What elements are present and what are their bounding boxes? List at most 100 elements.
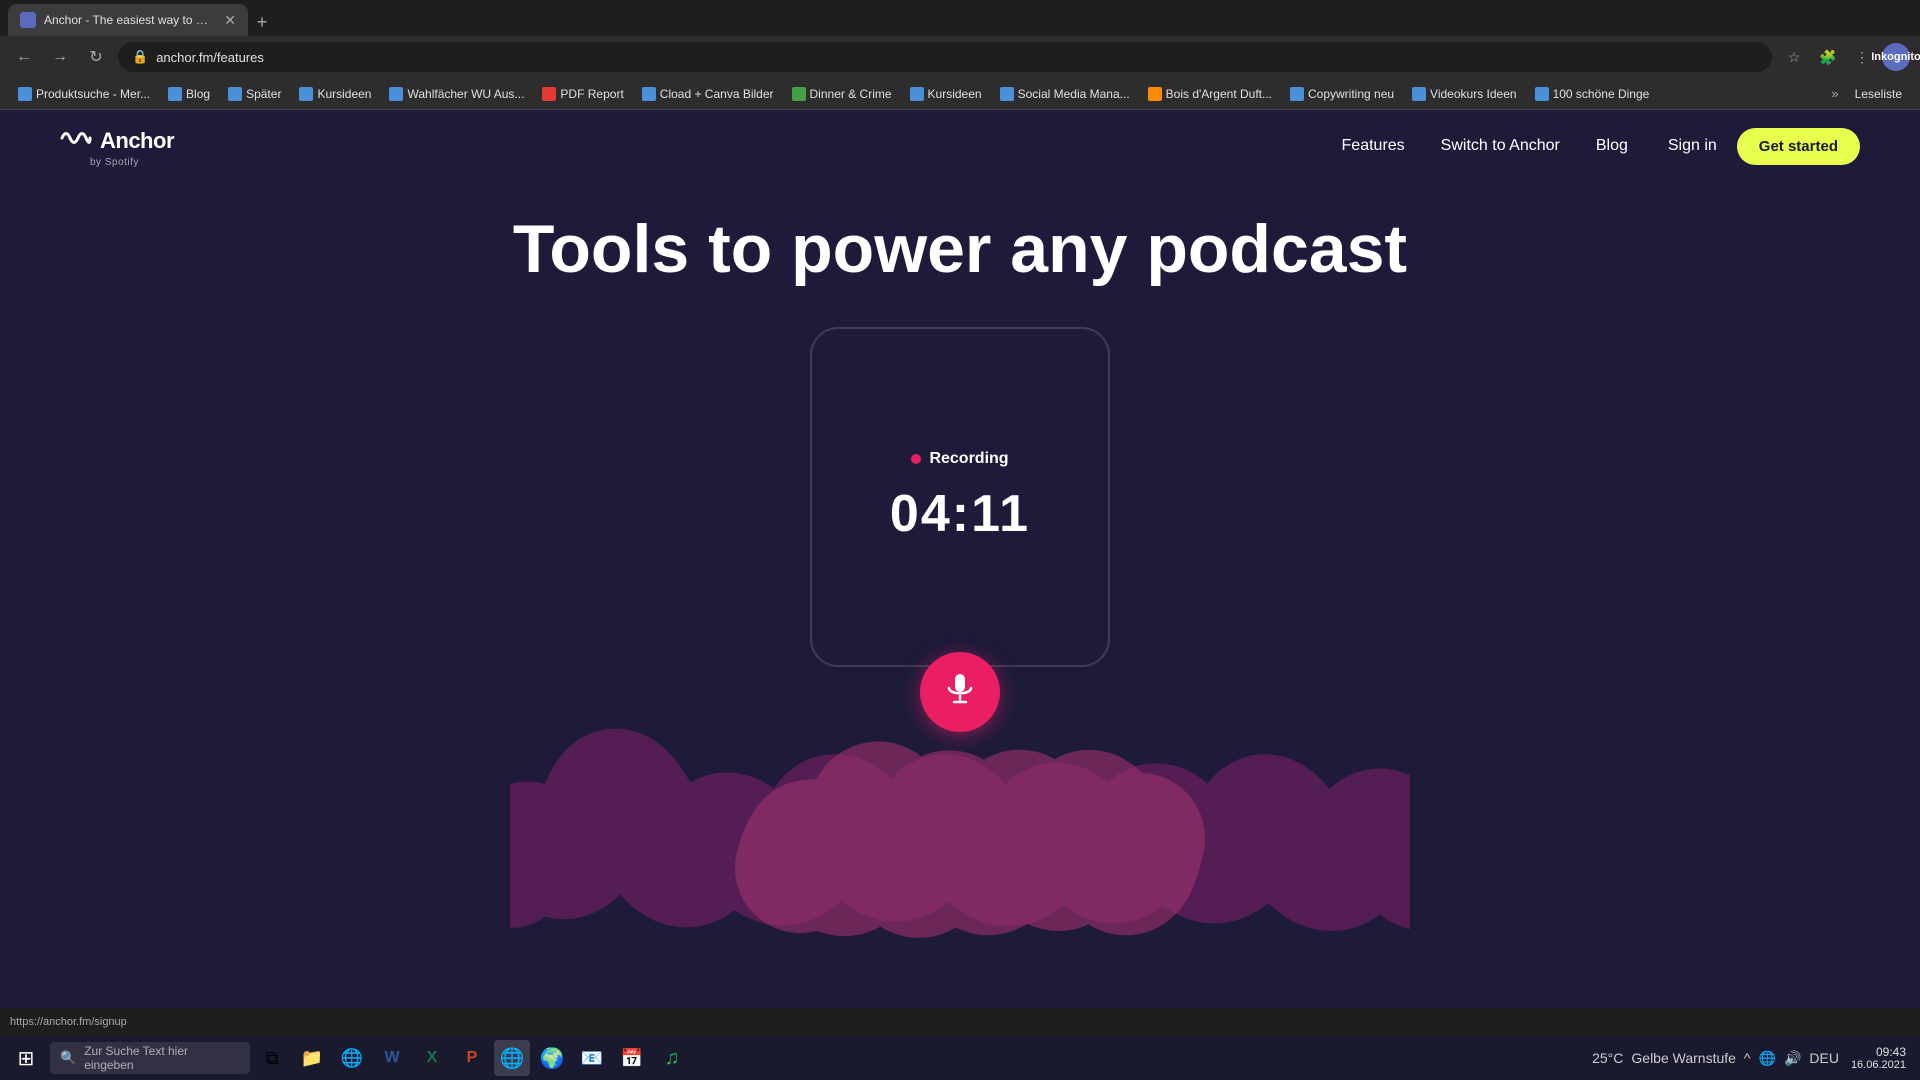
address-bar[interactable]: 🔒 anchor.fm/features [118,42,1772,72]
bookmark-leseliste[interactable]: Leseliste [1847,84,1910,104]
tray-icons: 25°C Gelbe Warnstufe ^ 🌐 🔊 DEU [1592,1050,1839,1067]
tray-expand-icon[interactable]: ^ [1744,1050,1751,1066]
keyboard-layout[interactable]: DEU [1809,1050,1839,1066]
active-tab[interactable]: Anchor - The easiest way to ma... ✕ [8,4,248,36]
status-url: https://anchor.fm/signup [10,1016,127,1028]
bookmark-label: PDF Report [560,87,623,101]
bookmark-label: Kursideen [317,87,371,101]
bookmark-label: Copywriting neu [1308,87,1394,101]
bookmark-pdf-report[interactable]: PDF Report [534,84,631,104]
system-clock[interactable]: 09:43 16.06.2021 [1851,1045,1906,1071]
edge-icon[interactable]: 🌍 [534,1040,570,1076]
bookmark-label: Bois d'Argent Duft... [1166,87,1272,101]
windows-search-box[interactable]: 🔍 Zur Suche Text hier eingeben [50,1042,250,1074]
weather-temp: 25°C [1592,1050,1623,1066]
bookmark-label: Blog [186,87,210,101]
word-icon[interactable]: W [374,1040,410,1076]
bookmark-copywriting[interactable]: Copywriting neu [1282,84,1402,104]
bookmark-icon [910,87,924,101]
system-tray: 25°C Gelbe Warnstufe ^ 🌐 🔊 DEU 09:43 16.… [1592,1045,1914,1071]
bookmark-label: Leseliste [1855,87,1902,101]
tab-favicon [20,12,36,28]
bookmark-bois[interactable]: Bois d'Argent Duft... [1140,84,1280,104]
nav-links: Features Switch to Anchor Blog [1342,137,1628,155]
bookmark-später[interactable]: Später [220,84,289,104]
nav-features-link[interactable]: Features [1342,137,1405,155]
bookmark-icon [228,87,242,101]
network-icon: 🌐 [1759,1050,1776,1067]
bookmark-icon [542,87,556,101]
spotify-icon[interactable]: ♫ [654,1040,690,1076]
nav-auth: Sign in Get started [1668,128,1860,165]
bookmark-videokurs[interactable]: Videokurs Ideen [1404,84,1525,104]
bookmark-label: Produktsuche - Mer... [36,87,150,101]
excel-icon[interactable]: X [414,1040,450,1076]
page-content: Anchor by Spotify Features Switch to Anc… [0,110,1920,1008]
search-icon: 🔍 [60,1050,76,1066]
bookmark-produktsuche[interactable]: Produktsuche - Mer... [10,84,158,104]
bookmarks-bar: Produktsuche - Mer... Blog Später Kursid… [0,78,1920,110]
windows-start-button[interactable]: ⊞ [6,1038,46,1078]
nav-blog-link[interactable]: Blog [1596,137,1628,155]
microphone-icon [942,670,978,714]
bookmark-icon [1148,87,1162,101]
bookmark-wahlfächer[interactable]: Wahlfächer WU Aus... [381,84,532,104]
address-bar-area: ← → ↻ 🔒 anchor.fm/features ☆ 🧩 ⋮ Inkogni… [0,36,1920,78]
bookmark-blog[interactable]: Blog [160,84,218,104]
bookmarks-more-button[interactable]: » [1825,83,1844,104]
hero-section: Tools to power any podcast Recording 04:… [0,182,1920,1008]
browser-icon-1[interactable]: 🌐 [334,1040,370,1076]
volume-icon[interactable]: 🔊 [1784,1050,1801,1067]
phone-screen: Recording 04:11 [810,327,1110,667]
bookmark-star-button[interactable]: ☆ [1780,43,1808,71]
site-nav: Anchor by Spotify Features Switch to Anc… [0,110,1920,182]
anchor-logo-icon [60,125,92,157]
recording-dot [911,454,921,464]
tab-bar: Anchor - The easiest way to ma... ✕ + [0,0,1920,36]
chrome-icon[interactable]: 🌐 [494,1040,530,1076]
nav-switch-link[interactable]: Switch to Anchor [1441,137,1560,155]
bookmark-icon [18,87,32,101]
bookmark-100-dinge[interactable]: 100 schöne Dinge [1527,84,1658,104]
tab-close-button[interactable]: ✕ [224,12,236,29]
phone-mockup: Recording 04:11 [810,327,1110,707]
get-started-button[interactable]: Get started [1737,128,1860,165]
mail-icon[interactable]: 📧 [574,1040,610,1076]
calendar-icon[interactable]: 📅 [614,1040,650,1076]
bookmark-kursideen-1[interactable]: Kursideen [291,84,379,104]
bookmark-icon [299,87,313,101]
back-button[interactable]: ← [10,43,38,71]
bookmark-dinner-crime[interactable]: Dinner & Crime [784,84,900,104]
recording-timer: 04:11 [890,484,1030,544]
clock-time: 09:43 [1851,1045,1906,1059]
sign-in-link[interactable]: Sign in [1668,137,1717,155]
reload-button[interactable]: ↻ [82,43,110,71]
forward-button[interactable]: → [46,43,74,71]
logo-area[interactable]: Anchor by Spotify [60,125,174,168]
bookmark-label: Kursideen [928,87,982,101]
tab-title: Anchor - The easiest way to ma... [44,13,216,27]
mic-button[interactable] [920,652,1000,732]
new-tab-button[interactable]: + [248,8,276,36]
bookmark-icon [642,87,656,101]
bookmark-kursideen-2[interactable]: Kursideen [902,84,990,104]
bookmark-label: 100 schöne Dinge [1553,87,1650,101]
taskbar: ⊞ 🔍 Zur Suche Text hier eingeben ⧉ 📁 🌐 W… [0,1036,1920,1080]
recording-text: Recording [929,450,1008,468]
powerpoint-icon[interactable]: P [454,1040,490,1076]
bookmark-icon [1412,87,1426,101]
extension-button[interactable]: 🧩 [1814,43,1842,71]
profile-button[interactable]: Inkognito [1882,43,1910,71]
logo-subtitle: by Spotify [90,157,174,168]
status-bar: https://anchor.fm/signup [0,1008,1920,1036]
weather-label: Gelbe Warnstufe [1631,1050,1736,1066]
logo-text: Anchor [100,128,174,154]
taskbar-icons: ⧉ 📁 🌐 W X P 🌐 🌍 📧 📅 ♫ [254,1040,690,1076]
recording-status: Recording [911,450,1008,468]
bookmark-social-media[interactable]: Social Media Mana... [992,84,1138,104]
bookmark-cload[interactable]: Cload + Canva Bilder [634,84,782,104]
task-view-button[interactable]: ⧉ [254,1040,290,1076]
file-explorer-icon[interactable]: 📁 [294,1040,330,1076]
bookmark-label: Social Media Mana... [1018,87,1130,101]
bookmark-label: Dinner & Crime [810,87,892,101]
